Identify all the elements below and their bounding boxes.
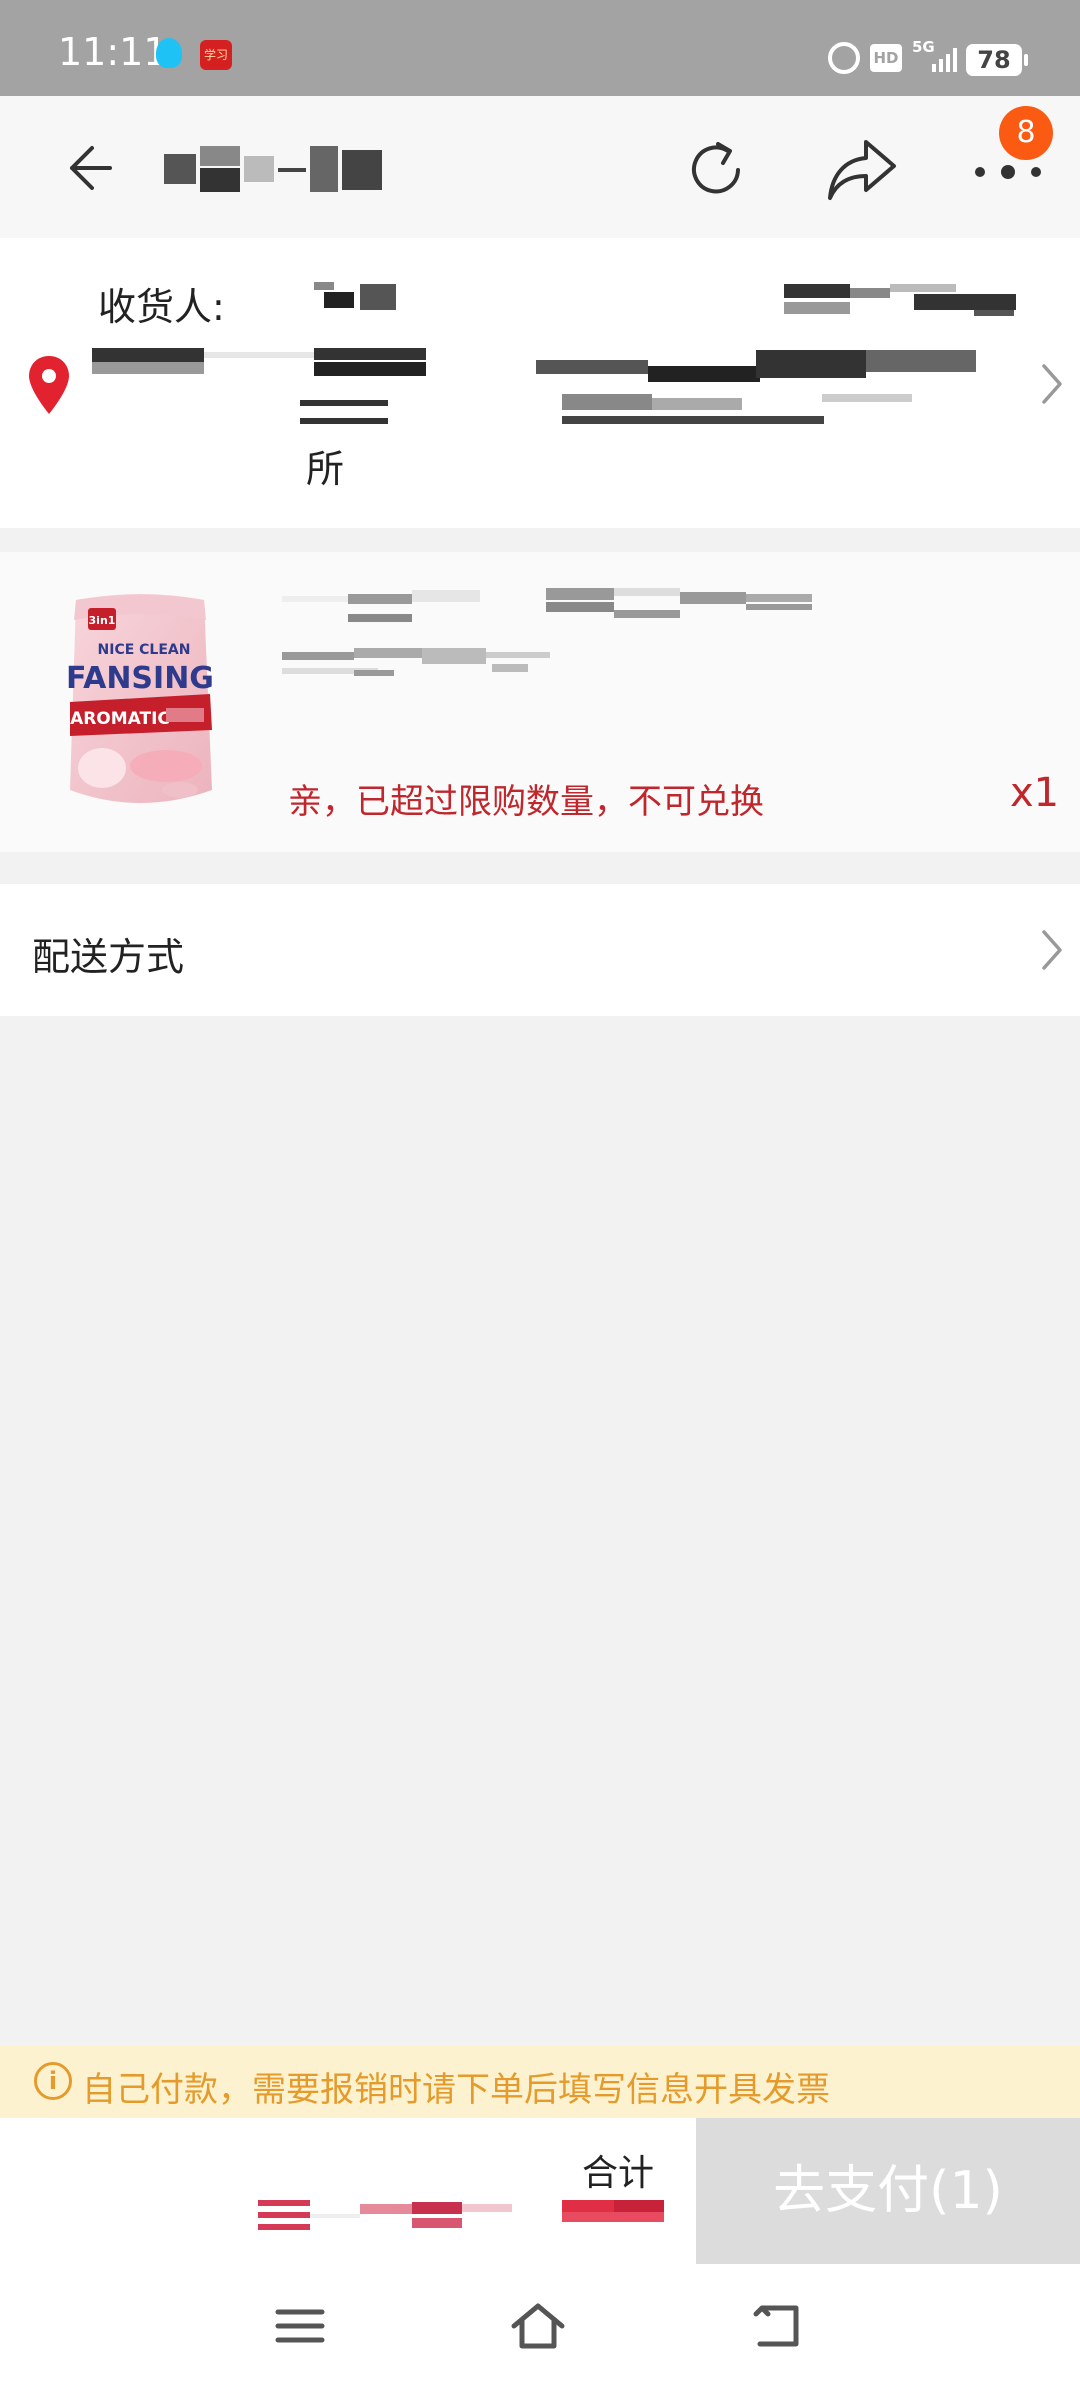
info-icon: i [34, 2062, 72, 2100]
hd-icon: HD [870, 44, 902, 72]
home-icon[interactable] [510, 2300, 566, 2352]
address-line-redacted [92, 348, 980, 430]
alarm-icon [828, 42, 860, 74]
address-suffix-text: 所 [306, 447, 345, 491]
shipping-address-card[interactable]: 收货人: 所 [0, 238, 1080, 528]
location-pin-icon [29, 356, 69, 414]
top-navigation-bar: 8 [0, 96, 1080, 238]
product-line-text: AROMATIC [70, 709, 170, 729]
signal-icon [932, 48, 958, 72]
qq-notification-icon [156, 38, 182, 68]
total-label: 合计 [582, 2153, 655, 2194]
go-pay-button[interactable]: 去支付(1) [696, 2118, 1080, 2264]
product-quantity: x1 [1010, 770, 1060, 816]
back-arrow-icon[interactable] [52, 136, 116, 200]
delivery-chevron-right-icon[interactable] [1040, 928, 1064, 972]
product-badge-text: 3in1 [89, 614, 116, 627]
checkout-bar: 合计 去支付(1) [0, 2118, 1080, 2264]
status-bar: 11:11 学习 HD 5G 78 [0, 0, 1080, 96]
product-title-redacted [282, 588, 822, 676]
product-brand-top-text: NICE CLEAN [98, 642, 191, 658]
product-thumbnail-image[interactable]: 3in1 NICE CLEAN FANSING AROMATIC [62, 590, 218, 810]
receiver-phone-redacted [784, 284, 1016, 318]
recent-apps-menu-icon[interactable] [272, 2300, 328, 2352]
delivery-method-row[interactable]: 配送方式 [0, 884, 1080, 1016]
points-summary-redacted [258, 2200, 518, 2234]
status-time: 11:11 [58, 30, 168, 74]
invoice-notice-bar: i 自己付款，需要报销时请下单后填写信息开具发票 [0, 2046, 1080, 2118]
system-navigation-bar [0, 2264, 1080, 2388]
system-back-icon[interactable] [752, 2300, 808, 2352]
product-brand-text: FANSING [66, 661, 214, 696]
page-title-redacted [164, 146, 384, 192]
purchase-limit-warning: 亲，已超过限购数量，不可兑换 [288, 782, 764, 822]
receiver-name-redacted [304, 278, 400, 312]
delivery-method-label: 配送方式 [32, 935, 185, 979]
product-item-card[interactable]: 3in1 NICE CLEAN FANSING AROMATIC 亲，已超过限购… [0, 552, 1080, 852]
study-app-notification-icon: 学习 [200, 40, 232, 70]
battery-indicator: 78 [966, 44, 1028, 76]
invoice-notice-text: 自己付款，需要报销时请下单后填写信息开具发票 [82, 2070, 830, 2110]
share-icon[interactable] [824, 136, 900, 204]
total-amount-redacted [562, 2200, 664, 2228]
receiver-label: 收货人: [98, 285, 225, 329]
refresh-icon[interactable] [680, 134, 752, 206]
address-chevron-right-icon[interactable] [1040, 362, 1064, 406]
notification-badge: 8 [999, 106, 1053, 160]
